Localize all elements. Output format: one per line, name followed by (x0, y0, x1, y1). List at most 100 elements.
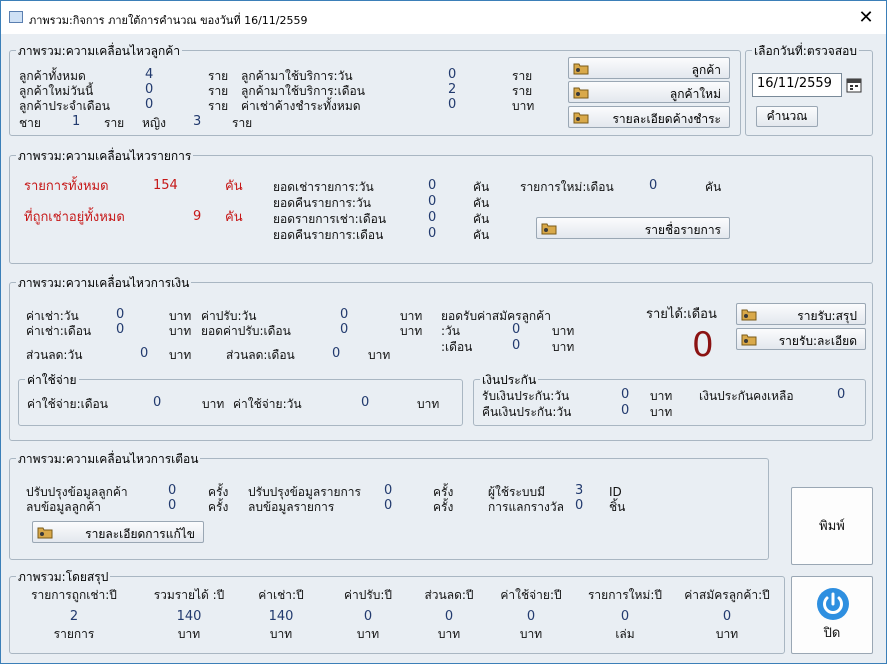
expense-group: ค่าใช้จ่าย ค่าใช้จ่าย:เดือน 0 บาท ค่าใช้… (18, 371, 463, 426)
deposit-receive-value: 0 (621, 387, 630, 402)
unit-baht: บาท (400, 324, 423, 338)
summary-header: ค่าปรับ:ปี (343, 588, 393, 602)
folder-icon (541, 223, 557, 235)
total-customer-value: 4 (145, 67, 154, 82)
prize-value: 0 (575, 498, 584, 513)
monthly-label: ลูกค้าประจำเดือน (19, 99, 110, 113)
rent-day-label: ค่าเช่า:วัน (26, 309, 79, 323)
fine-day-value: 0 (340, 307, 349, 322)
edit-detail-button[interactable]: รายละเอียดการแก้ไข (32, 521, 204, 543)
print-button-label: พิมพ์ (819, 519, 845, 534)
customer-button[interactable]: ลูกค้า (568, 57, 730, 79)
unit-baht: บาท (650, 389, 673, 403)
exit-button[interactable]: ปิด (791, 576, 873, 654)
unit-baht: บาท (169, 348, 192, 362)
summary-value: 0 (444, 609, 454, 624)
money-group: ภาพรวม:ความเคลื่อนไหวการเงิน ค่าเช่า:วัน… (9, 274, 873, 441)
deposit-group-title: เงินประกัน (480, 371, 539, 390)
window-title: ภาพรวม:กิจการ ภายใต้การคำนวณ ของวันที่ 1… (29, 14, 308, 27)
print-button[interactable]: พิมพ์ (791, 487, 873, 565)
update-customer-value: 0 (168, 483, 177, 498)
update-item-value: 0 (384, 483, 393, 498)
summary-header: ค่าใช้จ่าย:ปี (500, 588, 562, 602)
unit-vehicle: คัน (473, 212, 490, 226)
summary-value: 140 (176, 609, 202, 624)
deposit-receive-label: รับเงินประกัน:วัน (482, 389, 570, 403)
summary-unit: บาท (519, 627, 543, 641)
title-bar: ภาพรวม:กิจการ ภายใต้การคำนวณ ของวันที่ 1… (1, 1, 886, 34)
rent-month-label: ยอดรายการเช่า:เดือน (273, 212, 387, 226)
summary-value: 0 (363, 609, 373, 624)
return-month-value: 0 (428, 226, 437, 241)
unit-vehicle: คัน (473, 228, 490, 242)
income-detail-label: รายรับ:ละเอียด (778, 334, 857, 348)
item-list-button[interactable]: รายชื่อรายการ (536, 217, 730, 239)
unit-person: ราย (512, 69, 533, 83)
unit-baht: บาท (417, 397, 440, 411)
date-select-title: เลือกวันที่:ตรวจสอบ (752, 42, 859, 61)
date-select-group: เลือกวันที่:ตรวจสอบ 16/11/2559 คำนวณ (745, 42, 873, 136)
summary-header: ส่วนลด:ปี (424, 588, 474, 602)
discount-month-label: ส่วนลด:เดือน (226, 348, 295, 362)
summary-unit: บาท (356, 627, 380, 641)
rent-month-label: ค่าเช่า:เดือน (26, 324, 92, 338)
unit-vehicle: คัน (225, 210, 243, 225)
svc-day-label: ลูกค้ามาใช้บริการ:วัน (241, 69, 353, 83)
new-month-value: 0 (649, 178, 658, 193)
unit-vehicle: คัน (473, 180, 490, 194)
deposit-remain-value: 0 (837, 387, 846, 402)
income-summary-button[interactable]: รายรับ:สรุป (736, 303, 866, 325)
summary-unit: บาท (715, 627, 739, 641)
all-items-value: 154 (153, 178, 178, 193)
total-customer-label: ลูกค้าทั้งหมด (19, 69, 86, 83)
unit-baht: บาท (512, 99, 535, 113)
delete-customer-value: 0 (168, 498, 177, 513)
rent-day-value: 0 (116, 307, 125, 322)
update-item-label: ปรับปรุงข้อมูลรายการ (248, 485, 361, 499)
rent-due-label: ค่าเช่าค้างชำระทั้งหมด (241, 99, 361, 113)
male-label: ชาย (19, 116, 41, 130)
rented-value: 9 (193, 209, 202, 224)
fine-day-label: ค่าปรับ:วัน (201, 309, 257, 323)
fee-day-label: :วัน (441, 324, 460, 338)
unit-person: ราย (208, 69, 229, 83)
new-today-value: 0 (145, 82, 154, 97)
prize-label: การแลกรางวัล (488, 500, 564, 514)
date-input[interactable]: 16/11/2559 (752, 73, 842, 97)
exit-button-label: ปิด (823, 626, 841, 641)
calculate-button[interactable]: คำนวณ (756, 106, 818, 127)
main-window: ภาพรวม:กิจการ ภายใต้การคำนวณ ของวันที่ 1… (0, 0, 887, 664)
items-group-title: ภาพรวม:ความเคลื่อนไหวรายการ (16, 147, 194, 166)
summary-value: 0 (620, 609, 630, 624)
income-detail-button[interactable]: รายรับ:ละเอียด (736, 328, 866, 350)
rent-day-value: 0 (428, 178, 437, 193)
due-detail-button-label: รายละเอียดค้างชำระ (612, 112, 721, 126)
prize-unit: ชิ้น (609, 500, 626, 514)
income-month-value: 0 (692, 325, 714, 365)
users-value: 3 (575, 483, 584, 498)
users-unit: ID (609, 485, 622, 499)
folder-icon (573, 63, 589, 75)
unit-times: ครั้ง (208, 485, 229, 499)
svc-month-value: 2 (448, 82, 457, 97)
fine-month-value: 0 (340, 322, 349, 337)
alerts-group-title: ภาพรวม:ความเคลื่อนไหวการเตือน (16, 450, 201, 469)
unit-vehicle: คัน (705, 180, 722, 194)
summary-unit: บาท (177, 627, 201, 641)
calendar-icon[interactable] (846, 77, 862, 93)
folder-icon (573, 112, 589, 124)
summary-header: รายการใหม่:ปี (587, 588, 662, 602)
rent-month-value: 0 (116, 322, 125, 337)
summary-unit: บาท (437, 627, 461, 641)
app-icon (9, 11, 23, 23)
delete-customer-label: ลบข้อมูลลูกค้า (26, 500, 102, 514)
due-detail-button[interactable]: รายละเอียดค้างชำระ (568, 106, 730, 128)
summary-unit: บาท (269, 627, 293, 641)
close-window-button[interactable]: ✕ (849, 4, 883, 32)
unit-vehicle: คัน (225, 179, 243, 194)
new-customer-button[interactable]: ลูกค้าใหม่ (568, 81, 730, 103)
new-month-label: รายการใหม่:เดือน (520, 180, 614, 194)
discount-month-value: 0 (332, 346, 341, 361)
unit-baht: บาท (169, 324, 192, 338)
folder-icon (741, 309, 757, 321)
